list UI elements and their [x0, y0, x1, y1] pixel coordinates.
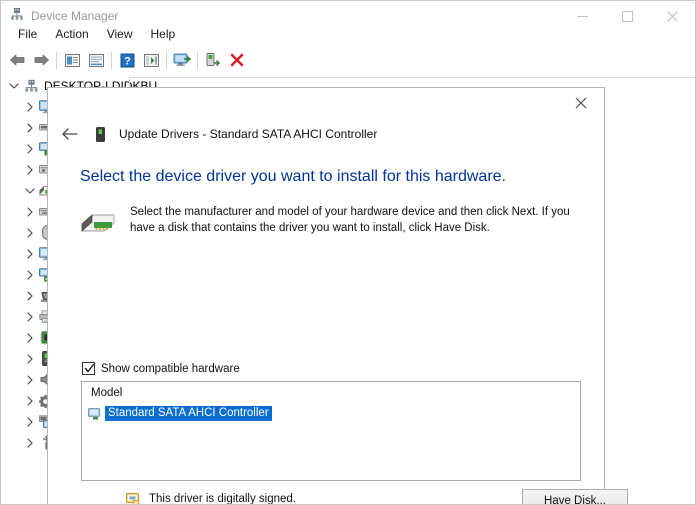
driver-icon — [87, 407, 103, 421]
back-arrow-icon[interactable] — [5, 48, 29, 72]
show-hidden-devices-icon[interactable] — [84, 48, 108, 72]
chevron-right-icon[interactable] — [22, 330, 38, 346]
dialog-close-button[interactable] — [558, 88, 604, 118]
dialog-title: Update Drivers - Standard SATA AHCI Cont… — [119, 127, 378, 141]
driver-model-listbox[interactable]: Model Standard SATA AHCI Controller — [81, 381, 581, 481]
svg-text:?: ? — [124, 55, 131, 67]
chevron-right-icon[interactable] — [22, 288, 38, 304]
chevron-down-icon[interactable] — [6, 78, 22, 94]
menu-help[interactable]: Help — [142, 25, 185, 43]
window-title: Device Manager — [31, 9, 119, 23]
chevron-right-icon[interactable] — [22, 120, 38, 136]
chevron-right-icon[interactable] — [22, 309, 38, 325]
chevron-right-icon[interactable] — [22, 99, 38, 115]
detail-pane-top-border — [129, 77, 695, 78]
update-driver-icon[interactable] — [139, 48, 163, 72]
model-column-header: Model — [91, 387, 123, 399]
properties-icon[interactable] — [60, 48, 84, 72]
driver-signed-text: This driver is digitally signed. — [149, 493, 297, 505]
chevron-right-icon[interactable] — [22, 162, 38, 178]
separator-3 — [166, 51, 167, 69]
list-item-label: Standard SATA AHCI Controller — [105, 406, 272, 421]
separator-4 — [197, 51, 198, 69]
scan-hardware-changes-icon[interactable] — [170, 48, 194, 72]
menu-file[interactable]: File — [9, 25, 46, 43]
dialog-description-row: Select the manufacturer and model of you… — [80, 204, 580, 244]
chevron-right-icon[interactable] — [22, 204, 38, 220]
separator-2 — [111, 51, 112, 69]
show-compatible-hardware-checkbox[interactable] — [82, 362, 95, 375]
chevron-right-icon[interactable] — [22, 246, 38, 262]
chevron-right-icon[interactable] — [22, 267, 38, 283]
enable-device-icon[interactable] — [201, 48, 225, 72]
separator-1 — [56, 51, 57, 69]
menu-view[interactable]: View — [98, 25, 142, 43]
chevron-down-icon[interactable] — [22, 183, 38, 199]
dialog-description: Select the manufacturer and model of you… — [130, 206, 570, 234]
have-disk-button[interactable]: Have Disk... — [522, 489, 628, 504]
chevron-right-icon[interactable] — [22, 435, 38, 451]
hardware-card-icon — [80, 204, 116, 244]
chevron-right-icon[interactable] — [22, 372, 38, 388]
device-manager-window: Device Manager File Action View Help ? D… — [0, 0, 696, 505]
forward-arrow-icon[interactable] — [29, 48, 53, 72]
help-icon[interactable]: ? — [115, 48, 139, 72]
digital-signature-icon — [126, 492, 142, 504]
back-arrow-icon[interactable] — [59, 123, 81, 145]
uninstall-device-icon[interactable] — [225, 48, 249, 72]
menu-bar: File Action View Help — [1, 23, 695, 45]
update-drivers-dialog: Update Drivers - Standard SATA AHCI Cont… — [47, 87, 628, 505]
chevron-right-icon[interactable] — [22, 351, 38, 367]
list-item[interactable]: Standard SATA AHCI Controller — [87, 406, 272, 421]
chevron-right-icon[interactable] — [22, 141, 38, 157]
dialog-header: Update Drivers - Standard SATA AHCI Cont… — [48, 118, 604, 150]
dialog-heading: Select the device driver you want to ins… — [80, 168, 506, 185]
chevron-right-icon[interactable] — [22, 414, 38, 430]
chevron-right-icon[interactable] — [22, 225, 38, 241]
menu-action[interactable]: Action — [46, 25, 97, 43]
show-compatible-hardware-row[interactable]: Show compatible hardware — [82, 362, 240, 375]
computer-icon — [22, 78, 40, 94]
show-compatible-hardware-label: Show compatible hardware — [101, 362, 240, 375]
device-icon — [93, 126, 107, 142]
toolbar: ? — [1, 47, 695, 73]
chevron-right-icon[interactable] — [22, 393, 38, 409]
